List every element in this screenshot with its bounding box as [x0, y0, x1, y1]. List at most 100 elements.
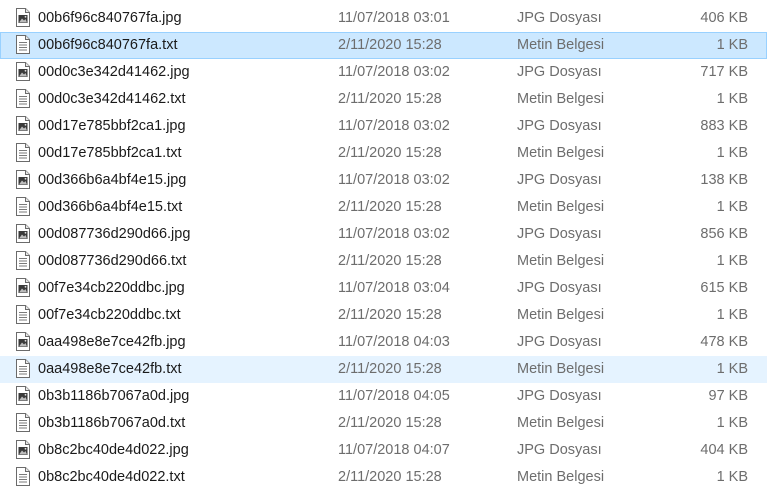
- file-name: 00d366b6a4bf4e15.jpg: [38, 172, 187, 188]
- text-file-icon: [16, 197, 30, 216]
- file-type: JPG Dosyası: [517, 118, 602, 134]
- image-file-icon: [16, 62, 30, 81]
- file-type: Metin Belgesi: [517, 145, 605, 161]
- file-name: 00d087736d290d66.jpg: [38, 226, 191, 242]
- text-file-icon: [16, 305, 30, 324]
- file-date-modified: 11/07/2018 03:01: [338, 10, 450, 26]
- file-name: 00f7e34cb220ddbc.jpg: [38, 280, 185, 296]
- file-row[interactable]: 0aa498e8e7ce42fb.txt 2/11/2020 15:28 Met…: [0, 356, 767, 383]
- file-row[interactable]: 0b3b1186b7067a0d.jpg 11/07/2018 04:05 JP…: [0, 383, 767, 410]
- file-row[interactable]: 00d0c3e342d41462.txt 2/11/2020 15:28 Met…: [0, 86, 767, 113]
- file-row[interactable]: 0b8c2bc40de4d022.jpg 11/07/2018 04:07 JP…: [0, 437, 767, 464]
- file-row[interactable]: 0b8c2bc40de4d022.txt 2/11/2020 15:28 Met…: [0, 464, 767, 491]
- file-date-modified: 2/11/2020 15:28: [338, 145, 442, 161]
- file-size: 1 KB: [716, 307, 748, 323]
- file-type: Metin Belgesi: [517, 253, 605, 269]
- file-size: 478 KB: [700, 334, 748, 350]
- file-name: 00b6f96c840767fa.jpg: [38, 10, 182, 26]
- file-row[interactable]: 0aa498e8e7ce42fb.jpg 11/07/2018 04:03 JP…: [0, 329, 767, 356]
- file-type: Metin Belgesi: [517, 415, 605, 431]
- file-size: 615 KB: [700, 280, 748, 296]
- file-row[interactable]: 00f7e34cb220ddbc.txt 2/11/2020 15:28 Met…: [0, 302, 767, 329]
- file-type: JPG Dosyası: [517, 226, 602, 242]
- file-date-modified: 2/11/2020 15:28: [338, 415, 442, 431]
- file-row[interactable]: 00d087736d290d66.jpg 11/07/2018 03:02 JP…: [0, 221, 767, 248]
- file-date-modified: 11/07/2018 03:02: [338, 226, 450, 242]
- file-name: 00d366b6a4bf4e15.txt: [38, 199, 183, 215]
- file-size: 1 KB: [716, 469, 748, 485]
- text-file-icon: [16, 359, 30, 378]
- text-file-icon: [16, 143, 30, 162]
- file-name: 0aa498e8e7ce42fb.jpg: [38, 334, 186, 350]
- file-name: 00d17e785bbf2ca1.jpg: [38, 118, 186, 134]
- image-file-icon: [16, 386, 30, 405]
- file-row[interactable]: 00d17e785bbf2ca1.jpg 11/07/2018 03:02 JP…: [0, 113, 767, 140]
- file-name: 0b3b1186b7067a0d.txt: [38, 415, 186, 431]
- text-file-icon: [16, 413, 30, 432]
- file-date-modified: 11/07/2018 04:03: [338, 334, 450, 350]
- image-file-icon: [16, 116, 30, 135]
- file-date-modified: 11/07/2018 04:05: [338, 388, 450, 404]
- file-type: JPG Dosyası: [517, 10, 602, 26]
- file-type: JPG Dosyası: [517, 172, 602, 188]
- file-size: 1 KB: [716, 37, 748, 53]
- file-type: Metin Belgesi: [517, 91, 605, 107]
- file-name: 00f7e34cb220ddbc.txt: [38, 307, 181, 323]
- file-type: JPG Dosyası: [517, 280, 602, 296]
- file-date-modified: 2/11/2020 15:28: [338, 361, 442, 377]
- file-type: JPG Dosyası: [517, 388, 602, 404]
- file-name: 00d0c3e342d41462.txt: [38, 91, 186, 107]
- image-file-icon: [16, 440, 30, 459]
- text-file-icon: [16, 251, 30, 270]
- file-date-modified: 11/07/2018 03:02: [338, 64, 450, 80]
- file-row[interactable]: 00d087736d290d66.txt 2/11/2020 15:28 Met…: [0, 248, 767, 275]
- file-name: 00d17e785bbf2ca1.txt: [38, 145, 182, 161]
- file-size: 1 KB: [716, 415, 748, 431]
- file-size: 97 KB: [708, 388, 749, 404]
- file-type: Metin Belgesi: [517, 199, 605, 215]
- image-file-icon: [16, 224, 30, 243]
- file-date-modified: 11/07/2018 03:04: [338, 280, 450, 296]
- file-row[interactable]: 00b6f96c840767fa.jpg 11/07/2018 03:01 JP…: [0, 5, 767, 32]
- file-size: 404 KB: [700, 442, 748, 458]
- file-name: 00d087736d290d66.txt: [38, 253, 187, 269]
- file-type: JPG Dosyası: [517, 442, 602, 458]
- file-name: 0b3b1186b7067a0d.jpg: [38, 388, 190, 404]
- file-size: 856 KB: [700, 226, 748, 242]
- file-row[interactable]: 0b3b1186b7067a0d.txt 2/11/2020 15:28 Met…: [0, 410, 767, 437]
- image-file-icon: [16, 170, 30, 189]
- file-name: 0b8c2bc40de4d022.txt: [38, 469, 185, 485]
- file-type: Metin Belgesi: [517, 307, 605, 323]
- image-file-icon: [16, 278, 30, 297]
- file-date-modified: 2/11/2020 15:28: [338, 37, 442, 53]
- text-file-icon: [16, 35, 30, 54]
- file-row[interactable]: 00d366b6a4bf4e15.txt 2/11/2020 15:28 Met…: [0, 194, 767, 221]
- file-row[interactable]: 00d366b6a4bf4e15.jpg 11/07/2018 03:02 JP…: [0, 167, 767, 194]
- file-size: 1 KB: [716, 145, 748, 161]
- file-list: 00b6f96c840767fa.jpg 11/07/2018 03:01 JP…: [0, 5, 767, 491]
- file-date-modified: 2/11/2020 15:28: [338, 199, 442, 215]
- file-date-modified: 11/07/2018 03:02: [338, 118, 450, 134]
- file-type: Metin Belgesi: [517, 37, 605, 53]
- file-date-modified: 11/07/2018 04:07: [338, 442, 450, 458]
- file-row[interactable]: 00d17e785bbf2ca1.txt 2/11/2020 15:28 Met…: [0, 140, 767, 167]
- file-name: 00b6f96c840767fa.txt: [38, 37, 178, 53]
- image-file-icon: [16, 8, 30, 27]
- file-date-modified: 2/11/2020 15:28: [338, 307, 442, 323]
- file-size: 1 KB: [716, 91, 748, 107]
- file-type: Metin Belgesi: [517, 361, 605, 377]
- text-file-icon: [16, 467, 30, 486]
- file-name: 00d0c3e342d41462.jpg: [38, 64, 190, 80]
- file-date-modified: 2/11/2020 15:28: [338, 91, 442, 107]
- file-row[interactable]: 00d0c3e342d41462.jpg 11/07/2018 03:02 JP…: [0, 59, 767, 86]
- file-row[interactable]: 00b6f96c840767fa.txt 2/11/2020 15:28 Met…: [0, 32, 767, 59]
- file-row[interactable]: 00f7e34cb220ddbc.jpg 11/07/2018 03:04 JP…: [0, 275, 767, 302]
- file-date-modified: 2/11/2020 15:28: [338, 469, 442, 485]
- file-date-modified: 11/07/2018 03:02: [338, 172, 450, 188]
- file-date-modified: 2/11/2020 15:28: [338, 253, 442, 269]
- image-file-icon: [16, 332, 30, 351]
- file-size: 883 KB: [700, 118, 748, 134]
- file-type: JPG Dosyası: [517, 64, 602, 80]
- file-name: 0aa498e8e7ce42fb.txt: [38, 361, 182, 377]
- file-type: Metin Belgesi: [517, 469, 605, 485]
